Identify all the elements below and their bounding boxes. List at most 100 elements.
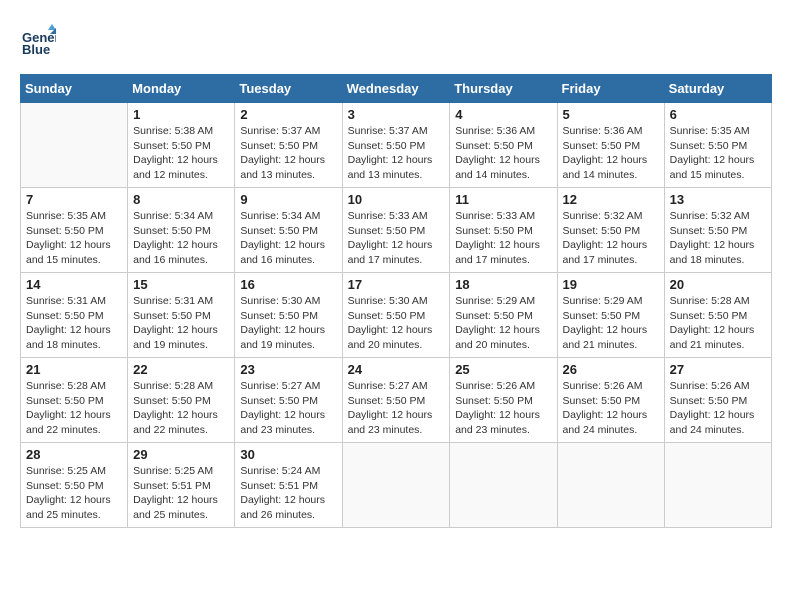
day-info: Sunrise: 5:37 AMSunset: 5:50 PMDaylight:…: [348, 124, 445, 183]
day-number: 30: [240, 447, 336, 462]
day-info: Sunrise: 5:36 AMSunset: 5:50 PMDaylight:…: [563, 124, 659, 183]
day-info: Sunrise: 5:24 AMSunset: 5:51 PMDaylight:…: [240, 464, 336, 523]
day-info: Sunrise: 5:30 AMSunset: 5:50 PMDaylight:…: [348, 294, 445, 353]
calendar-cell: 2 Sunrise: 5:37 AMSunset: 5:50 PMDaylight…: [235, 103, 342, 188]
calendar-cell: 15 Sunrise: 5:31 AMSunset: 5:50 PMDayligh…: [128, 273, 235, 358]
day-number: 8: [133, 192, 229, 207]
calendar-cell: 18 Sunrise: 5:29 AMSunset: 5:50 PMDayligh…: [450, 273, 557, 358]
day-info: Sunrise: 5:34 AMSunset: 5:50 PMDaylight:…: [240, 209, 336, 268]
calendar-cell: [21, 103, 128, 188]
day-header-sunday: Sunday: [21, 75, 128, 103]
day-info: Sunrise: 5:31 AMSunset: 5:50 PMDaylight:…: [26, 294, 122, 353]
calendar-cell: 3 Sunrise: 5:37 AMSunset: 5:50 PMDaylight…: [342, 103, 450, 188]
day-info: Sunrise: 5:34 AMSunset: 5:50 PMDaylight:…: [133, 209, 229, 268]
logo: General Blue: [20, 20, 60, 56]
day-info: Sunrise: 5:26 AMSunset: 5:50 PMDaylight:…: [455, 379, 551, 438]
day-info: Sunrise: 5:32 AMSunset: 5:50 PMDaylight:…: [563, 209, 659, 268]
calendar-cell: 26 Sunrise: 5:26 AMSunset: 5:50 PMDayligh…: [557, 358, 664, 443]
calendar-cell: 25 Sunrise: 5:26 AMSunset: 5:50 PMDayligh…: [450, 358, 557, 443]
day-info: Sunrise: 5:27 AMSunset: 5:50 PMDaylight:…: [240, 379, 336, 438]
day-number: 28: [26, 447, 122, 462]
calendar: SundayMondayTuesdayWednesdayThursdayFrid…: [20, 74, 772, 528]
day-number: 24: [348, 362, 445, 377]
calendar-cell: [450, 443, 557, 528]
calendar-cell: [342, 443, 450, 528]
day-number: 15: [133, 277, 229, 292]
day-number: 5: [563, 107, 659, 122]
day-info: Sunrise: 5:33 AMSunset: 5:50 PMDaylight:…: [348, 209, 445, 268]
calendar-cell: 29 Sunrise: 5:25 AMSunset: 5:51 PMDayligh…: [128, 443, 235, 528]
day-info: Sunrise: 5:31 AMSunset: 5:50 PMDaylight:…: [133, 294, 229, 353]
week-row-5: 28 Sunrise: 5:25 AMSunset: 5:50 PMDayligh…: [21, 443, 772, 528]
day-number: 26: [563, 362, 659, 377]
day-number: 9: [240, 192, 336, 207]
calendar-cell: 19 Sunrise: 5:29 AMSunset: 5:50 PMDayligh…: [557, 273, 664, 358]
day-number: 10: [348, 192, 445, 207]
day-number: 11: [455, 192, 551, 207]
calendar-cell: [664, 443, 771, 528]
week-row-1: 1 Sunrise: 5:38 AMSunset: 5:50 PMDaylight…: [21, 103, 772, 188]
day-number: 17: [348, 277, 445, 292]
calendar-cell: 13Sunrise: 5:32 AMSunset: 5:50 PMDayligh…: [664, 188, 771, 273]
day-info: Sunrise: 5:28 AMSunset: 5:50 PMDaylight:…: [670, 294, 766, 353]
day-info: Sunrise: 5:33 AMSunset: 5:50 PMDaylight:…: [455, 209, 551, 268]
calendar-cell: 22Sunrise: 5:28 AMSunset: 5:50 PMDayligh…: [128, 358, 235, 443]
day-header-saturday: Saturday: [664, 75, 771, 103]
day-number: 2: [240, 107, 336, 122]
calendar-cell: 20 Sunrise: 5:28 AMSunset: 5:50 PMDayligh…: [664, 273, 771, 358]
day-number: 20: [670, 277, 766, 292]
calendar-cell: 28 Sunrise: 5:25 AMSunset: 5:50 PMDayligh…: [21, 443, 128, 528]
day-info: Sunrise: 5:38 AMSunset: 5:50 PMDaylight:…: [133, 124, 229, 183]
day-number: 21: [26, 362, 122, 377]
calendar-cell: 12 Sunrise: 5:32 AMSunset: 5:50 PMDayligh…: [557, 188, 664, 273]
day-header-friday: Friday: [557, 75, 664, 103]
day-number: 7: [26, 192, 122, 207]
calendar-cell: 7 Sunrise: 5:35 AMSunset: 5:50 PMDaylight…: [21, 188, 128, 273]
day-info: Sunrise: 5:26 AMSunset: 5:50 PMDaylight:…: [670, 379, 766, 438]
calendar-cell: 30 Sunrise: 5:24 AMSunset: 5:51 PMDayligh…: [235, 443, 342, 528]
day-number: 18: [455, 277, 551, 292]
day-info: Sunrise: 5:36 AMSunset: 5:50 PMDaylight:…: [455, 124, 551, 183]
day-header-thursday: Thursday: [450, 75, 557, 103]
day-info: Sunrise: 5:29 AMSunset: 5:50 PMDaylight:…: [455, 294, 551, 353]
calendar-cell: 23 Sunrise: 5:27 AMSunset: 5:50 PMDayligh…: [235, 358, 342, 443]
calendar-cell: 24 Sunrise: 5:27 AMSunset: 5:50 PMDayligh…: [342, 358, 450, 443]
calendar-cell: 4Sunrise: 5:36 AMSunset: 5:50 PMDaylight…: [450, 103, 557, 188]
day-info: Sunrise: 5:26 AMSunset: 5:50 PMDaylight:…: [563, 379, 659, 438]
day-number: 25: [455, 362, 551, 377]
calendar-cell: 9 Sunrise: 5:34 AMSunset: 5:50 PMDaylight…: [235, 188, 342, 273]
day-info: Sunrise: 5:32 AMSunset: 5:50 PMDaylight:…: [670, 209, 766, 268]
calendar-cell: 8 Sunrise: 5:34 AMSunset: 5:50 PMDaylight…: [128, 188, 235, 273]
day-header-tuesday: Tuesday: [235, 75, 342, 103]
day-number: 14: [26, 277, 122, 292]
calendar-cell: 16Sunrise: 5:30 AMSunset: 5:50 PMDayligh…: [235, 273, 342, 358]
calendar-cell: 27 Sunrise: 5:26 AMSunset: 5:50 PMDayligh…: [664, 358, 771, 443]
day-info: Sunrise: 5:28 AMSunset: 5:50 PMDaylight:…: [26, 379, 122, 438]
day-info: Sunrise: 5:29 AMSunset: 5:50 PMDaylight:…: [563, 294, 659, 353]
day-number: 12: [563, 192, 659, 207]
day-info: Sunrise: 5:25 AMSunset: 5:50 PMDaylight:…: [26, 464, 122, 523]
day-info: Sunrise: 5:37 AMSunset: 5:50 PMDaylight:…: [240, 124, 336, 183]
day-info: Sunrise: 5:35 AMSunset: 5:50 PMDaylight:…: [670, 124, 766, 183]
week-row-3: 14 Sunrise: 5:31 AMSunset: 5:50 PMDayligh…: [21, 273, 772, 358]
day-number: 19: [563, 277, 659, 292]
day-number: 1: [133, 107, 229, 122]
day-info: Sunrise: 5:28 AMSunset: 5:50 PMDaylight:…: [133, 379, 229, 438]
calendar-cell: 1 Sunrise: 5:38 AMSunset: 5:50 PMDaylight…: [128, 103, 235, 188]
day-info: Sunrise: 5:25 AMSunset: 5:51 PMDaylight:…: [133, 464, 229, 523]
calendar-cell: 6Sunrise: 5:35 AMSunset: 5:50 PMDaylight…: [664, 103, 771, 188]
day-number: 27: [670, 362, 766, 377]
day-info: Sunrise: 5:27 AMSunset: 5:50 PMDaylight:…: [348, 379, 445, 438]
week-row-4: 21 Sunrise: 5:28 AMSunset: 5:50 PMDayligh…: [21, 358, 772, 443]
day-number: 29: [133, 447, 229, 462]
calendar-cell: 14 Sunrise: 5:31 AMSunset: 5:50 PMDayligh…: [21, 273, 128, 358]
day-header-monday: Monday: [128, 75, 235, 103]
day-number: 3: [348, 107, 445, 122]
calendar-cell: 11 Sunrise: 5:33 AMSunset: 5:50 PMDayligh…: [450, 188, 557, 273]
week-row-2: 7 Sunrise: 5:35 AMSunset: 5:50 PMDaylight…: [21, 188, 772, 273]
day-info: Sunrise: 5:30 AMSunset: 5:50 PMDaylight:…: [240, 294, 336, 353]
calendar-cell: 21 Sunrise: 5:28 AMSunset: 5:50 PMDayligh…: [21, 358, 128, 443]
day-number: 23: [240, 362, 336, 377]
svg-text:Blue: Blue: [22, 42, 50, 56]
day-info: Sunrise: 5:35 AMSunset: 5:50 PMDaylight:…: [26, 209, 122, 268]
